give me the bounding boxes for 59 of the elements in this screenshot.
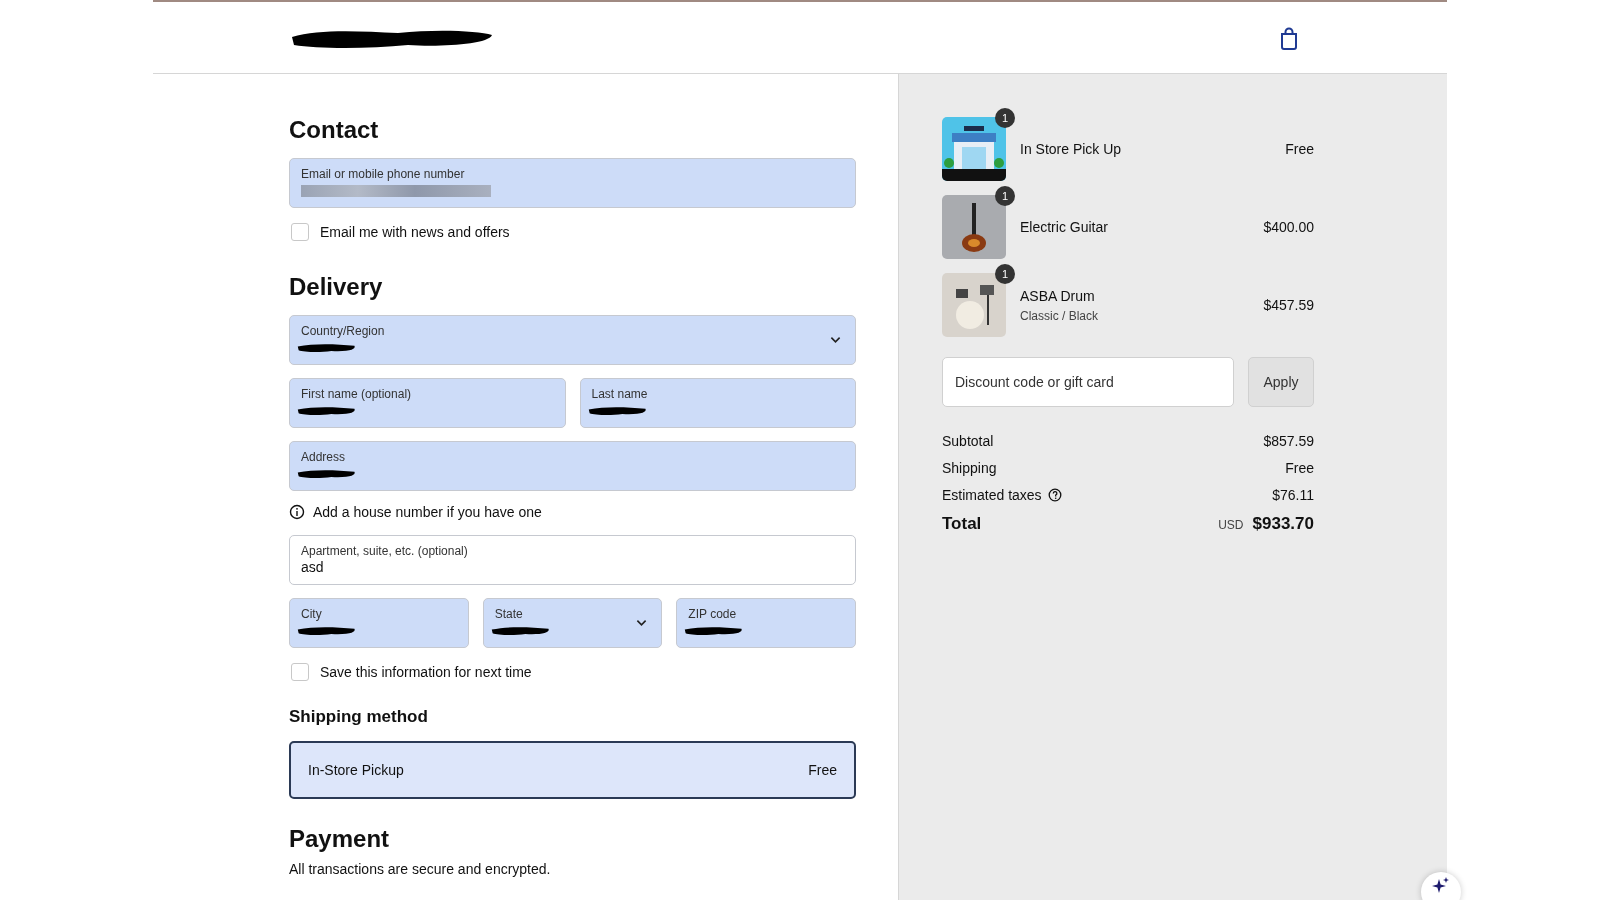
shipping-option[interactable]: In-Store Pickup Free — [289, 741, 856, 799]
info-icon — [289, 504, 305, 520]
field-label: Address — [301, 450, 347, 464]
chevron-down-icon — [830, 336, 841, 344]
summary-value: Free — [1285, 460, 1314, 476]
field-label: State — [494, 607, 524, 621]
field-label: Email or mobile phone number — [301, 167, 466, 181]
shopping-bag-icon[interactable] — [1279, 25, 1299, 50]
item-name: In Store Pick Up — [1020, 141, 1123, 157]
option-price: Free — [808, 762, 837, 778]
input-field[interactable]: Email or mobile phone number — [289, 158, 856, 208]
currency-code: USD — [1218, 518, 1244, 532]
input-field[interactable]: City — [289, 598, 469, 648]
field-label: First name (optional) — [301, 387, 413, 401]
item-price: $457.59 — [1263, 297, 1314, 313]
field-label: City — [301, 607, 323, 621]
checkbox[interactable] — [291, 223, 309, 241]
chevron-down-icon — [636, 619, 648, 627]
discount-field[interactable]: Discount code or gift card — [942, 357, 1234, 407]
select-field[interactable]: State — [482, 598, 663, 648]
select-field[interactable]: Country/Region — [289, 315, 856, 365]
quantity-badge: 1 — [995, 186, 1015, 206]
option-name: In-Store Pickup — [308, 762, 404, 778]
field-label: Apartment, suite, etc. (optional) — [301, 544, 469, 558]
quantity-badge: 1 — [995, 108, 1015, 128]
summary-label: Subtotal — [942, 433, 994, 449]
item-variant: Classic / Black — [1020, 308, 1100, 323]
help-icon[interactable] — [1047, 488, 1062, 502]
section-title: Shipping method — [289, 707, 429, 727]
summary-value: $76.11 — [1272, 487, 1314, 503]
input-field[interactable]: Last name — [579, 378, 856, 428]
payment-note: All transactions are secure and encrypted. — [289, 861, 552, 877]
checkbox-label: Email me with news and offers — [320, 224, 510, 240]
input-field[interactable]: Apartment, suite, etc. (optional) asd — [289, 535, 856, 585]
item-price: $400.00 — [1263, 219, 1314, 235]
field-label: Last name — [591, 387, 649, 401]
input-field[interactable]: ZIP code — [676, 598, 856, 648]
assistant-button[interactable] — [1421, 872, 1461, 900]
summary-label: Estimated taxes — [942, 487, 1042, 503]
section-title: Payment — [289, 825, 391, 853]
item-name: ASBA Drum — [1020, 287, 1096, 304]
summary-value: $857.59 — [1263, 433, 1314, 449]
input-field[interactable]: Address — [289, 441, 856, 491]
field-label: Country/Region — [301, 324, 386, 338]
quantity-badge: 1 — [995, 264, 1015, 284]
total-label: Total — [942, 514, 982, 534]
item-price: Free — [1285, 141, 1314, 157]
summary-label: Shipping — [942, 460, 997, 476]
input-field[interactable]: First name (optional) — [289, 378, 566, 428]
field-label: ZIP code — [688, 607, 738, 621]
field-value: asd — [301, 558, 325, 576]
item-name: Electric Guitar — [1020, 219, 1109, 235]
hint-text: Add a house number if you have one — [313, 504, 542, 520]
section-title: Contact — [289, 116, 380, 144]
apply-button[interactable]: Apply — [1248, 357, 1314, 407]
checkbox-label: Save this information for next time — [320, 664, 532, 680]
total-value: $933.70 — [1252, 514, 1314, 534]
section-title: Delivery — [289, 273, 384, 301]
checkbox[interactable] — [291, 663, 309, 681]
